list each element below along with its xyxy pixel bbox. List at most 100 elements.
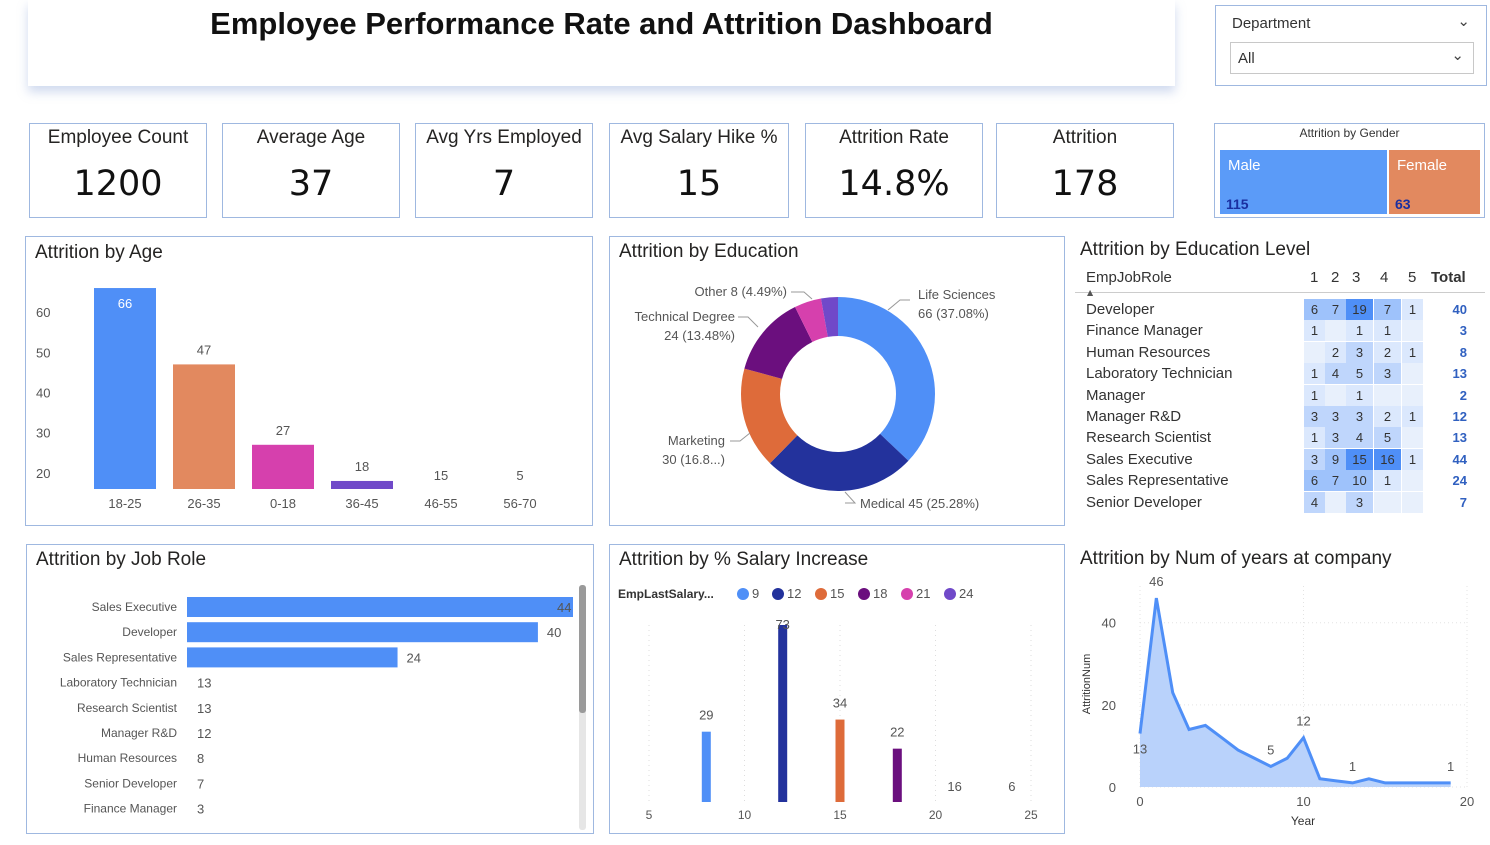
matrix-cell[interactable]: 1 [1374,470,1401,492]
matrix-cell[interactable]: 1 [1304,384,1325,406]
matrix-cell[interactable] [1402,470,1423,492]
matrix-cell[interactable] [1402,427,1423,449]
matrix-cell[interactable]: 7 [1325,299,1346,320]
matrix-cell[interactable] [1325,320,1346,342]
gender-segment-female[interactable]: Female 63 [1389,150,1480,214]
gender-value-male: 115 [1226,196,1249,212]
matrix-cell[interactable] [1325,491,1346,513]
matrix-col-header-2[interactable]: 2 [1331,269,1339,286]
matrix-cell[interactable] [1325,384,1346,406]
donut-slice [838,297,935,461]
matrix-cell[interactable]: 5 [1374,427,1401,449]
scrollbar-track[interactable] [579,585,586,830]
age-bar [173,364,235,489]
leader-line [887,299,910,311]
matrix-cell[interactable]: 2 [1374,341,1401,363]
matrix-cell[interactable] [1402,384,1423,406]
matrix-cell[interactable]: 3 [1325,427,1346,449]
matrix-row[interactable]: Manager 1 1 2 [1075,384,1485,406]
matrix-cell[interactable]: 3 [1304,406,1325,427]
matrix-col-header-4[interactable]: 4 [1380,269,1388,286]
matrix-row[interactable]: Sales Executive 3 9 15 16 1 44 [1075,448,1485,470]
matrix-cell[interactable]: 3 [1346,491,1373,513]
matrix-cell[interactable] [1402,363,1423,385]
matrix-cell[interactable]: 9 [1325,448,1346,470]
kpi-value: 178 [1051,164,1119,204]
x-tick-label: 10 [1296,794,1310,809]
data-label: 27 [276,423,290,438]
matrix-cell[interactable]: 19 [1346,299,1373,320]
salary-bar [835,719,845,802]
matrix-cell[interactable]: 4 [1325,363,1346,385]
matrix-cell[interactable]: 1 [1304,427,1325,449]
department-dropdown[interactable]: All ⌄ [1230,42,1474,74]
matrix-total-header[interactable]: Total [1431,269,1466,286]
matrix-cell[interactable] [1402,491,1423,513]
matrix-cell[interactable]: 6 [1304,470,1325,492]
matrix-cell[interactable]: 3 [1304,448,1325,470]
legend-label: 12 [787,586,801,601]
matrix-cell[interactable]: 2 [1325,341,1346,363]
sort-ascending-icon[interactable]: ▲ [1087,288,1093,297]
matrix-row-total: 3 [1459,323,1467,339]
matrix-cell[interactable]: 3 [1346,341,1373,363]
data-label: 5 [1267,742,1274,757]
department-slicer[interactable]: Department ⌄ All ⌄ [1215,5,1487,86]
matrix-cell[interactable] [1402,320,1423,342]
dashboard-title-card: Employee Performance Rate and Attrition … [28,0,1175,86]
matrix-row[interactable]: Developer 6 7 19 7 1 40 [1075,299,1485,320]
matrix-cell[interactable]: 15 [1346,448,1373,470]
matrix-row[interactable]: Sales Representative 6 7 10 1 24 [1075,470,1485,492]
x-tick-label: 18-25 [108,496,141,511]
gender-segment-male[interactable]: Male 115 [1220,150,1387,214]
matrix-row[interactable]: Human Resources 2 3 2 1 8 [1075,341,1485,363]
matrix-cell[interactable]: 1 [1346,320,1373,342]
dropdown-chevron-icon[interactable]: ⌄ [1451,46,1464,64]
matrix-cell[interactable]: 1 [1304,363,1325,385]
matrix-cell[interactable]: 3 [1374,363,1401,385]
matrix-cell[interactable]: 4 [1346,427,1373,449]
data-label: 6 [1008,779,1015,794]
matrix-cell[interactable]: 5 [1346,363,1373,385]
matrix-row[interactable]: Finance Manager 1 1 1 3 [1075,320,1485,342]
y-category-label: Human Resources [78,751,177,765]
matrix-cell[interactable]: 1 [1346,384,1373,406]
matrix-col-header-1[interactable]: 1 [1310,269,1318,286]
matrix-col-header-5[interactable]: 5 [1408,269,1416,286]
scrollbar-thumb[interactable] [579,585,586,713]
matrix-cell[interactable]: 3 [1346,406,1373,427]
matrix-cell[interactable] [1304,341,1325,363]
matrix-cell[interactable] [1374,491,1401,513]
matrix-cell[interactable]: 1 [1402,341,1423,363]
matrix-cell[interactable]: 6 [1304,299,1325,320]
y-tick-label: 30 [36,426,50,441]
legend-label: 21 [916,586,930,601]
matrix-row[interactable]: Research Scientist 1 3 4 5 13 [1075,427,1485,449]
matrix-cell[interactable]: 1 [1402,448,1423,470]
matrix-cell[interactable] [1374,384,1401,406]
matrix-row[interactable]: Manager R&D 3 3 3 2 1 12 [1075,406,1485,427]
matrix-cell[interactable]: 1 [1304,320,1325,342]
matrix-cell[interactable]: 1 [1402,299,1423,320]
matrix-cell[interactable]: 4 [1304,491,1325,513]
matrix-row-header[interactable]: EmpJobRole [1086,269,1172,286]
matrix-cell[interactable]: 7 [1325,470,1346,492]
matrix-row[interactable]: Senior Developer 4 3 7 [1075,491,1485,513]
donut-data-label: Life Sciences [918,287,996,302]
matrix-row[interactable]: Laboratory Technician 1 4 5 3 13 [1075,363,1485,385]
kpi-label: Employee Count [47,127,189,148]
matrix-cell[interactable]: 1 [1402,406,1423,427]
legend-marker [944,588,956,600]
matrix-col-header-3[interactable]: 3 [1352,269,1360,286]
matrix-cell[interactable]: 1 [1374,320,1401,342]
matrix-cell[interactable]: 16 [1374,448,1401,470]
data-label: 12 [1296,714,1310,729]
matrix-cell[interactable]: 7 [1374,299,1401,320]
legend-title: EmpLastSalary... [618,587,714,601]
matrix-cell[interactable]: 3 [1325,406,1346,427]
attrition-by-gender-card: Attrition by Gender Male 115 Female 63 [1214,123,1485,218]
matrix-cell[interactable]: 2 [1374,406,1401,427]
matrix-cell[interactable]: 10 [1346,470,1373,492]
matrix-row-label: Developer [1086,301,1155,318]
chevron-down-icon[interactable]: ⌄ [1457,12,1470,30]
